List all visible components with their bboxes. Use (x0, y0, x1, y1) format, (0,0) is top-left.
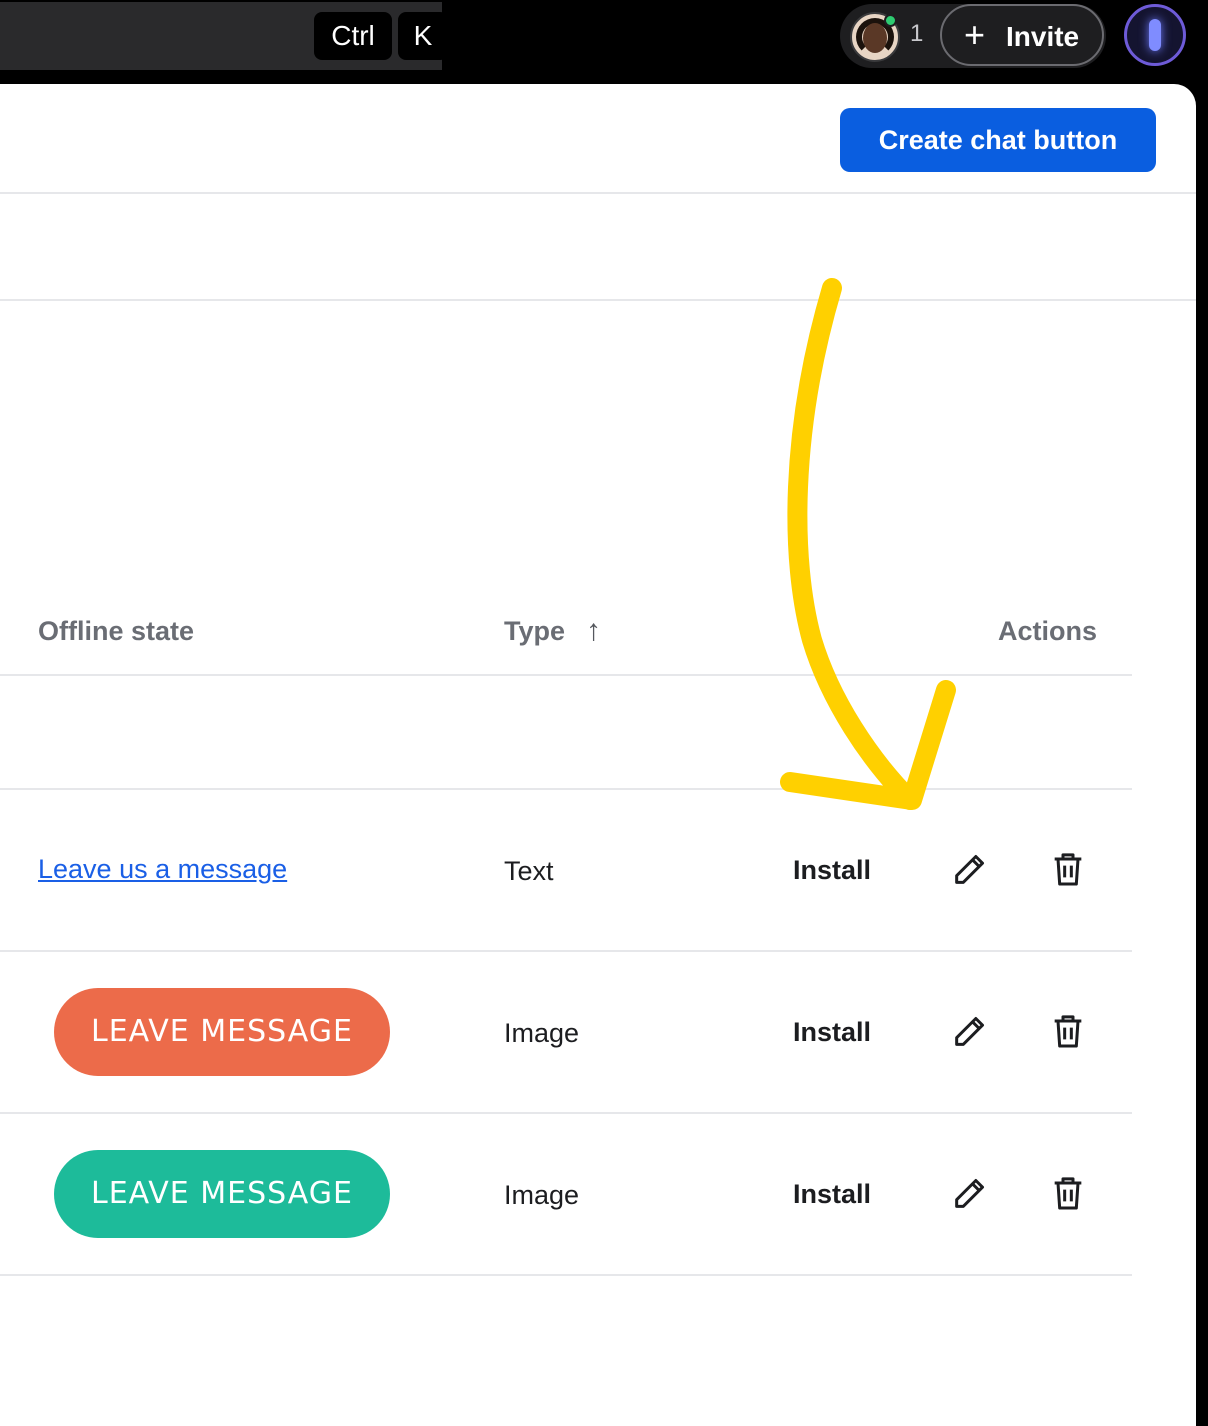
divider (0, 299, 1196, 301)
install-button[interactable]: Install (793, 1017, 871, 1048)
type-cell: Image (504, 1018, 580, 1048)
ai-assistant-button[interactable] (1124, 4, 1186, 66)
offline-message-link[interactable]: Leave us a message (38, 854, 287, 885)
table-header-divider (0, 674, 1132, 676)
leave-message-image-button: LEAVE MESSAGE (54, 988, 390, 1076)
delete-trash-icon[interactable] (1048, 1173, 1088, 1213)
row-divider (0, 950, 1132, 952)
row-divider (0, 1112, 1132, 1114)
shortcut-key-k: K (398, 12, 448, 60)
create-chat-button[interactable]: Create chat button (840, 108, 1156, 172)
edit-pencil-icon[interactable] (950, 1173, 990, 1213)
leave-message-image-button: LEAVE MESSAGE (54, 1150, 390, 1238)
online-status-dot (884, 14, 897, 27)
delete-trash-icon[interactable] (1048, 1011, 1088, 1051)
install-button[interactable]: Install (793, 1179, 871, 1210)
column-header-actions: Actions (998, 616, 1098, 646)
main-panel: Create chat button Offline state Type ↑ … (0, 84, 1196, 1426)
row-divider (0, 788, 1132, 790)
delete-trash-icon[interactable] (1048, 849, 1088, 889)
install-button[interactable]: Install (793, 855, 871, 886)
presence-count: 1 (910, 20, 924, 47)
edit-pencil-icon[interactable] (950, 1011, 990, 1051)
sort-ascending-icon[interactable]: ↑ (586, 614, 601, 648)
column-header-offline-state: Offline state (38, 616, 195, 646)
divider (0, 192, 1196, 194)
invite-button[interactable]: + Invite (940, 4, 1104, 66)
edit-pencil-icon[interactable] (950, 849, 990, 889)
plus-icon: + (964, 14, 986, 55)
shortcut-key-ctrl: Ctrl (314, 12, 392, 60)
type-cell: Text (504, 856, 554, 886)
ai-orb-icon (1149, 19, 1161, 51)
avatar-face (863, 23, 887, 53)
type-cell: Image (504, 1180, 580, 1210)
column-header-type[interactable]: Type (504, 616, 565, 647)
row-divider (0, 1274, 1132, 1276)
invite-label: Invite (1006, 21, 1080, 52)
top-bar: Ctrl K 1 + Invite (0, 0, 1208, 84)
